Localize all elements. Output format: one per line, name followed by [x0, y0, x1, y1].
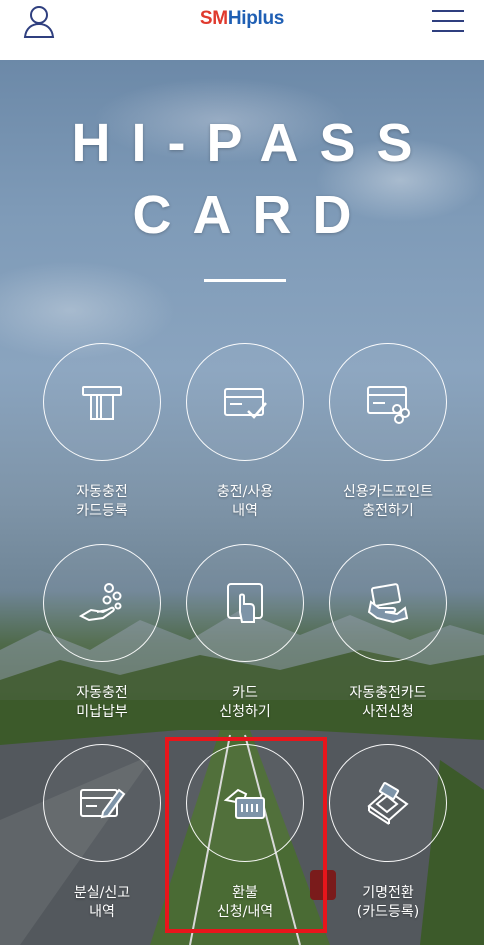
- menu-circle[interactable]: [43, 544, 161, 662]
- title-divider: [204, 279, 286, 282]
- menu-circle[interactable]: [329, 343, 447, 461]
- menu-item-charge-history[interactable]: 충전/사용 내역: [170, 343, 320, 521]
- menu-item-card-apply[interactable]: 카드 신청하기: [170, 544, 320, 722]
- hand-card-icon: [367, 583, 409, 624]
- menu-label-line2: 신청하기: [219, 704, 271, 720]
- menu-label-line1: 기명전환: [362, 885, 414, 901]
- menu-label-line2: 내역: [232, 503, 258, 519]
- card-check-icon: [224, 388, 267, 419]
- app-header: SMHiplus: [0, 0, 484, 60]
- menu-label-line2: (카드등록): [356, 904, 420, 920]
- menu-item-autocharge-register[interactable]: 자동충전 카드등록: [27, 343, 177, 521]
- menu-label-line2: 사전신청: [362, 704, 414, 720]
- menu-item-autocharge-preapply[interactable]: 자동충전카드 사전신청: [313, 544, 463, 722]
- smhiplus-logo[interactable]: SMHiplus: [200, 8, 284, 30]
- menu-label-line1: 신용카드포인트: [342, 484, 434, 500]
- menu-item-unpaid-payment[interactable]: 자동충전 미납납부: [27, 544, 177, 722]
- menu-label-line1: 자동충전카드: [349, 685, 427, 701]
- hero-section: HI-PASS CARD 자동충전 카드등록 충전/사용 내역 신용카드포인트 …: [0, 60, 484, 945]
- menu-circle[interactable]: [43, 343, 161, 461]
- menu-item-registered-convert[interactable]: 기명전환 (카드등록): [313, 744, 463, 922]
- menu-circle[interactable]: [43, 744, 161, 862]
- menu-circle[interactable]: [329, 544, 447, 662]
- menu-label-line2: 미납납부: [76, 704, 128, 720]
- logo-hiplus-text: Hiplus: [227, 8, 285, 29]
- refund-highlight-box: [165, 737, 327, 933]
- menu-label-line1: 충전/사용: [216, 484, 274, 500]
- menu-circle[interactable]: [186, 343, 304, 461]
- user-icon[interactable]: [22, 4, 56, 38]
- menu-label-line1: 카드: [232, 685, 258, 701]
- menu-label-line1: 자동충전: [76, 484, 128, 500]
- hamburger-menu-icon[interactable]: [432, 8, 464, 34]
- card-terminal-icon: [367, 782, 409, 825]
- logo-sm-text: SM: [199, 8, 228, 29]
- card-edit-icon: [80, 788, 126, 819]
- hand-coins-icon: [78, 583, 122, 622]
- atm-card-slot-icon: [82, 386, 122, 420]
- hero-title-line2: CARD: [132, 185, 373, 245]
- menu-label-line2: 내역: [89, 904, 115, 920]
- menu-item-creditcard-points[interactable]: 신용카드포인트 충전하기: [313, 343, 463, 521]
- menu-circle[interactable]: [186, 544, 304, 662]
- card-coins-icon: [367, 386, 410, 424]
- menu-label-line1: 분실/신고: [73, 885, 131, 901]
- menu-circle[interactable]: [329, 744, 447, 862]
- menu-label-line2: 카드등록: [76, 503, 128, 519]
- menu-item-lost-report[interactable]: 분실/신고 내역: [27, 744, 177, 922]
- hero-title-line1: HI-PASS: [71, 113, 434, 173]
- menu-label-line1: 자동충전: [76, 685, 128, 701]
- card-tap-icon: [227, 583, 263, 623]
- menu-label-line2: 충전하기: [362, 503, 414, 519]
